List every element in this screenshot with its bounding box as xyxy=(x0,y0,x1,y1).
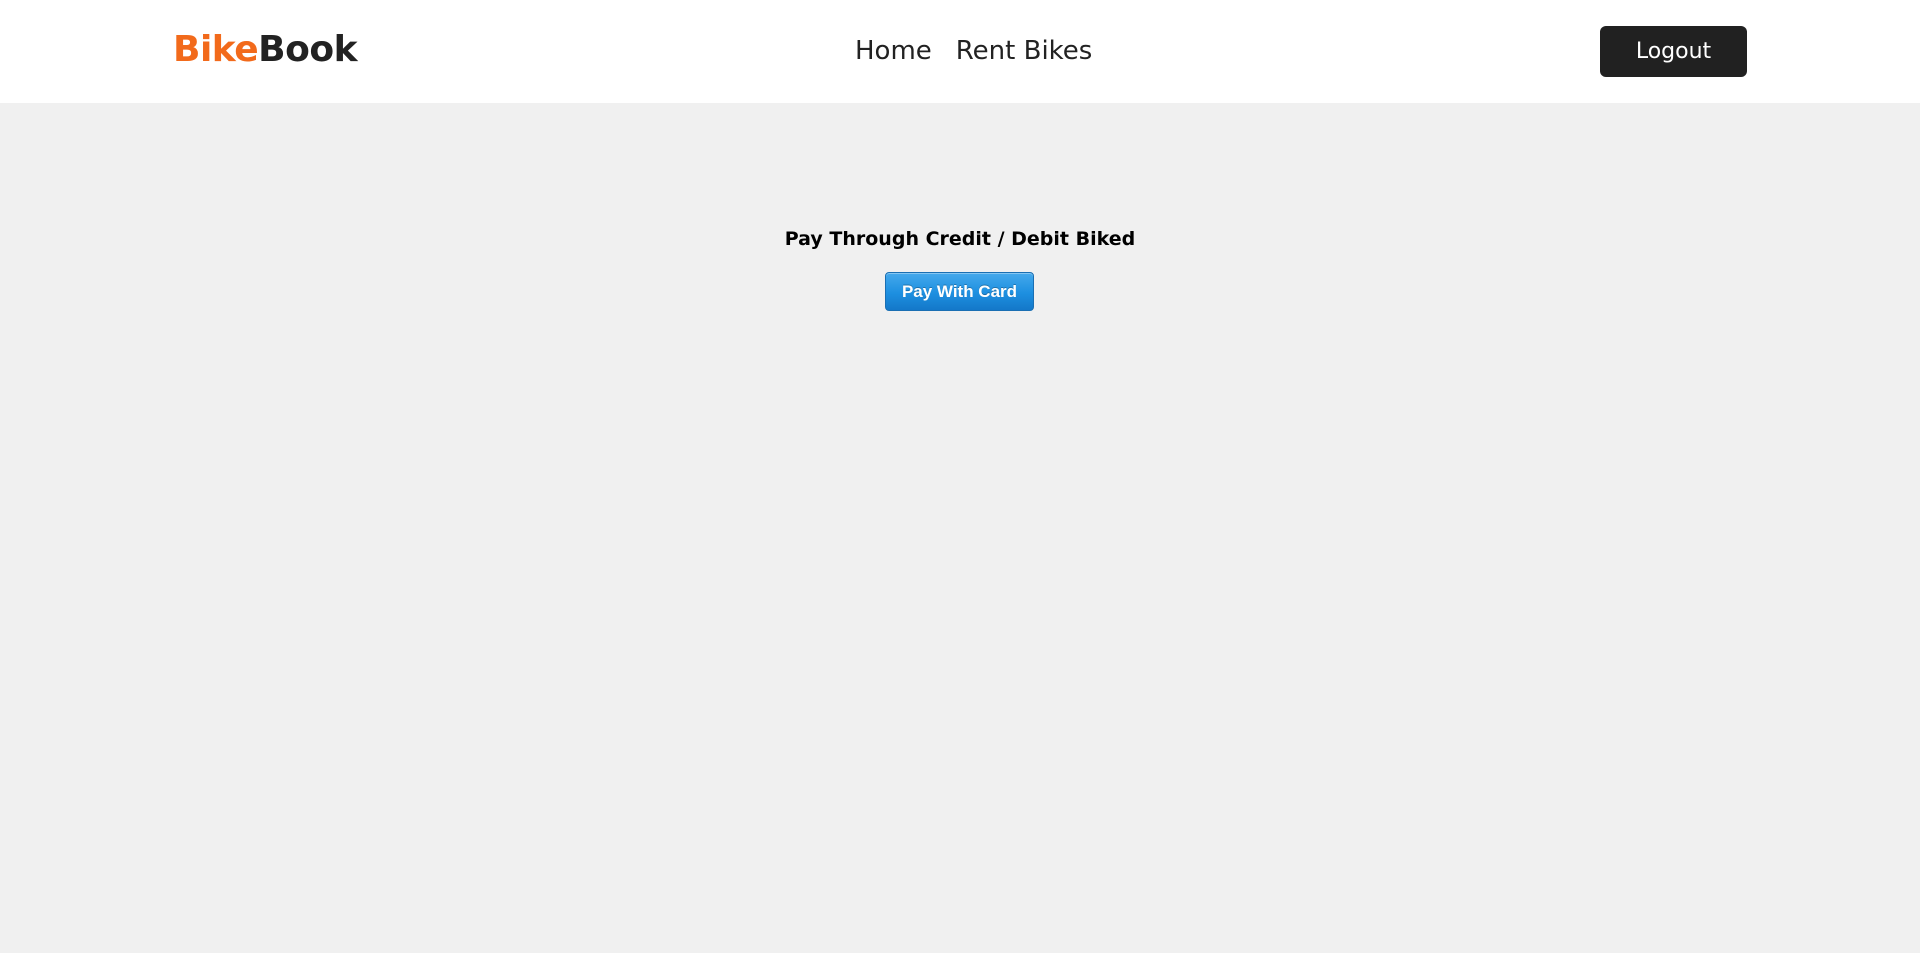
nav-rent-bikes-link[interactable]: Rent Bikes xyxy=(956,34,1093,68)
brand-logo[interactable]: BikeBook xyxy=(173,27,358,73)
brand-logo-part2: Book xyxy=(258,29,358,70)
main-nav: Home Rent Bikes xyxy=(855,34,1092,68)
payment-heading: Pay Through Credit / Debit Biked xyxy=(784,228,1136,250)
brand-logo-part1: Bike xyxy=(173,29,259,70)
top-navbar: BikeBook Home Rent Bikes Logout xyxy=(0,0,1920,103)
pay-with-card-button[interactable]: Pay With Card xyxy=(885,272,1034,311)
logout-button[interactable]: Logout xyxy=(1600,26,1747,77)
nav-home-link[interactable]: Home xyxy=(855,34,932,68)
